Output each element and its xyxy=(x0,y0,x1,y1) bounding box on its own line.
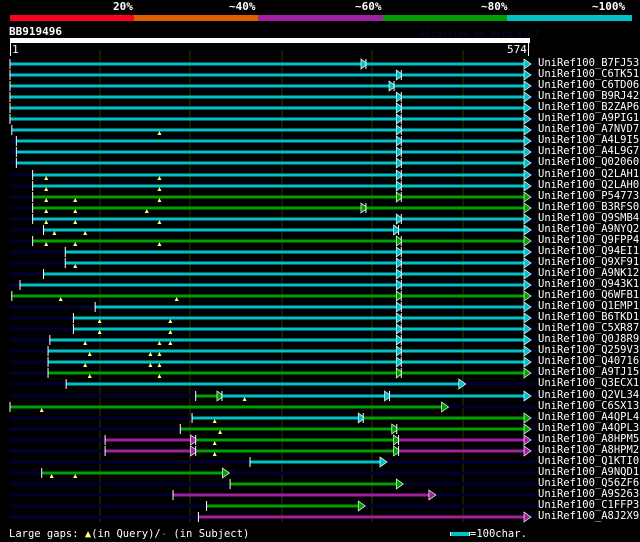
query-gap-marker xyxy=(58,297,63,301)
query-gap-marker xyxy=(44,187,49,191)
hsp-end-arrow xyxy=(523,91,532,103)
hsp-end-arrow xyxy=(523,157,532,169)
hsp-end-arrow xyxy=(523,445,532,457)
query-gap-marker xyxy=(97,330,102,334)
query-gap-marker xyxy=(148,352,153,356)
gap-legend: Large gaps: ▲(in Query)/- (in Subject) xyxy=(9,528,249,540)
query-gap-marker xyxy=(157,187,162,191)
hsp-end-arrow xyxy=(523,102,532,114)
query-gap-marker xyxy=(39,408,44,412)
hsp-end-arrow xyxy=(523,345,532,357)
hsp-end-arrow xyxy=(523,191,532,203)
hsp-end-arrow xyxy=(523,246,532,258)
hsp-end-arrow xyxy=(523,511,532,523)
scale-label: =100char. xyxy=(470,528,527,540)
scale-bar-icon xyxy=(450,532,470,536)
hsp-end-arrow xyxy=(523,169,532,181)
query-gap-marker xyxy=(168,319,173,323)
hsp-end-arrow xyxy=(523,323,532,335)
query-gap-marker xyxy=(44,176,49,180)
hsp-end-arrow xyxy=(523,312,532,324)
hsp-end-arrow xyxy=(441,401,450,413)
query-gap-marker xyxy=(83,341,88,345)
query-gap-marker xyxy=(212,441,217,445)
query-gap-marker xyxy=(44,220,49,224)
hsp-end-arrow xyxy=(458,378,467,390)
hsp-end-arrow xyxy=(523,268,532,280)
hsp-end-arrow xyxy=(523,202,532,214)
query-gap-marker xyxy=(157,341,162,345)
query-gap-marker xyxy=(87,374,92,378)
hit-label[interactable]: UniRef100_Q02060 xyxy=(538,157,639,168)
query-gap-marker xyxy=(83,363,88,367)
query-gap-marker xyxy=(73,198,78,202)
hsp-end-arrow xyxy=(523,423,532,435)
gaps-label: Large gaps: xyxy=(9,528,79,540)
hsp-end-arrow xyxy=(523,356,532,368)
hsp-end-arrow xyxy=(523,367,532,379)
query-gap-marker xyxy=(73,220,78,224)
query-gap-marker xyxy=(157,220,162,224)
hsp-end-arrow xyxy=(523,334,532,346)
query-gap-marker xyxy=(157,374,162,378)
hsp-end-arrow xyxy=(357,500,366,512)
hit-label[interactable]: UniRef100_A8J2X9 xyxy=(538,511,639,522)
query-gap-marker xyxy=(168,341,173,345)
query-gap-marker xyxy=(83,231,88,235)
query-gap-marker xyxy=(157,131,162,135)
query-gap-marker xyxy=(49,474,54,478)
query-gap-marker xyxy=(44,242,49,246)
in-query-label: (in Query)/ xyxy=(91,528,161,540)
query-gap-marker xyxy=(212,452,217,456)
hsp-end-arrow xyxy=(523,146,532,158)
query-gap-marker xyxy=(174,297,179,301)
hsp-end-arrow xyxy=(523,301,532,313)
query-gap-marker xyxy=(44,198,49,202)
hsp-end-arrow xyxy=(523,180,532,192)
query-gap-marker xyxy=(73,209,78,213)
hsp-end-arrow xyxy=(523,235,532,247)
query-gap-marker xyxy=(157,352,162,356)
query-gap-marker xyxy=(157,242,162,246)
query-gap-marker xyxy=(157,198,162,202)
query-gap-marker xyxy=(218,430,223,434)
query-gap-marker xyxy=(52,231,57,235)
hsp-end-arrow xyxy=(523,213,532,225)
hsp-end-arrow xyxy=(523,257,532,269)
query-gap-marker xyxy=(157,176,162,180)
hsp-end-arrow xyxy=(523,113,532,125)
hsp-end-arrow xyxy=(523,434,532,446)
hsp-end-arrow xyxy=(523,58,532,70)
hit-label[interactable]: UniRef100_Q3ECX1 xyxy=(538,378,639,389)
query-gap-marker xyxy=(73,264,78,268)
hsp-end-arrow xyxy=(428,489,437,501)
hsp-end-arrow xyxy=(523,390,532,402)
hsp-end-arrow xyxy=(523,290,532,302)
query-gap-marker xyxy=(73,242,78,246)
query-gap-marker xyxy=(242,397,247,401)
query-gap-marker xyxy=(97,319,102,323)
hsp-end-arrow xyxy=(395,478,404,490)
query-gap-marker xyxy=(44,209,49,213)
hsp-end-arrow xyxy=(523,80,532,92)
query-gap-marker xyxy=(157,363,162,367)
hsp-end-arrow xyxy=(523,412,532,424)
hsp-end-arrow xyxy=(222,467,230,479)
hsp-end-arrow xyxy=(523,135,532,147)
query-gap-marker xyxy=(73,474,78,478)
query-gap-marker xyxy=(144,209,149,213)
scale-legend: =100char. xyxy=(450,528,527,540)
hsp-end-arrow xyxy=(523,224,532,236)
query-gap-marker xyxy=(148,363,153,367)
query-gap-marker xyxy=(87,352,92,356)
hsp-end-arrow xyxy=(523,279,532,291)
hsp-end-arrow xyxy=(523,69,532,81)
subject-gap-icon: - xyxy=(160,528,168,540)
in-subject-label: (in Subject) xyxy=(173,528,250,540)
hsp-end-arrow xyxy=(379,456,388,468)
query-gap-marker xyxy=(168,330,173,334)
query-gap-marker xyxy=(212,419,217,423)
hsp-end-arrow xyxy=(523,124,532,136)
